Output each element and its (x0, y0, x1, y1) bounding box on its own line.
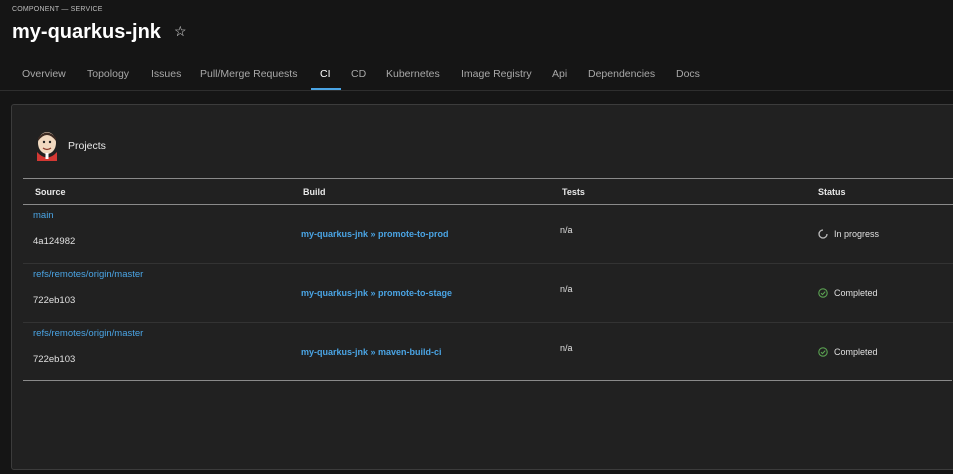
tests-value: n/a (560, 225, 573, 235)
build-link[interactable]: my-quarkus-jnk » promote-to-stage (301, 288, 452, 298)
table-row: refs/remotes/origin/master 722eb103 my-q… (23, 264, 953, 323)
projects-card: Projects Source Build Tests Status main … (11, 104, 953, 470)
table-bottom-border (23, 380, 952, 381)
column-header-build: Build (303, 187, 326, 197)
active-tab-indicator (311, 88, 341, 90)
tab-api[interactable]: Api (552, 68, 567, 80)
tab-cd[interactable]: CD (351, 68, 366, 80)
table-top-border (23, 178, 953, 179)
tests-value: n/a (560, 343, 573, 353)
table-row: main 4a124982 my-quarkus-jnk » promote-t… (23, 205, 953, 264)
tab-pull-merge-requests[interactable]: Pull/Merge Requests (200, 68, 297, 80)
check-circle-icon (818, 288, 828, 298)
status-text: In progress (834, 229, 880, 239)
component-kind-label: COMPONENT — SERVICE (12, 6, 103, 13)
page-title: my-quarkus-jnk (12, 21, 161, 43)
spinner-icon (818, 229, 828, 239)
status-cell: Completed (818, 347, 878, 357)
status-text: Completed (834, 288, 878, 298)
source-branch-link[interactable]: refs/remotes/origin/master (33, 269, 143, 280)
tab-dependencies[interactable]: Dependencies (588, 68, 655, 80)
build-link[interactable]: my-quarkus-jnk » promote-to-prod (301, 229, 449, 239)
tab-image-registry[interactable]: Image Registry (461, 68, 532, 80)
tab-topology[interactable]: Topology (87, 68, 129, 80)
star-icon[interactable]: ☆ (174, 23, 187, 40)
tests-value: n/a (560, 284, 573, 294)
tab-ci[interactable]: CI (320, 68, 331, 80)
column-header-status: Status (818, 187, 846, 197)
check-circle-icon (818, 347, 828, 357)
tab-issues[interactable]: Issues (151, 68, 181, 80)
build-link[interactable]: my-quarkus-jnk » maven-build-ci (301, 347, 442, 357)
commit-hash: 4a124982 (33, 236, 76, 247)
tab-kubernetes[interactable]: Kubernetes (386, 68, 440, 80)
tab-overview[interactable]: Overview (22, 68, 66, 80)
status-cell: In progress (818, 229, 879, 239)
column-header-tests: Tests (562, 187, 585, 197)
commit-hash: 722eb103 (33, 354, 76, 365)
column-header-source: Source (35, 187, 66, 197)
source-branch-link[interactable]: main (33, 210, 54, 221)
jenkins-icon (34, 129, 60, 161)
tab-bar: Overview Topology Issues Pull/Merge Requ… (0, 60, 953, 91)
card-title: Projects (68, 140, 106, 152)
page-header: COMPONENT — SERVICE my-quarkus-jnk ☆ (0, 0, 953, 60)
source-branch-link[interactable]: refs/remotes/origin/master (33, 328, 143, 339)
tab-docs[interactable]: Docs (676, 68, 700, 80)
table-row: refs/remotes/origin/master 722eb103 my-q… (23, 323, 953, 382)
status-text: Completed (834, 347, 878, 357)
commit-hash: 722eb103 (33, 295, 76, 306)
status-cell: Completed (818, 288, 878, 298)
